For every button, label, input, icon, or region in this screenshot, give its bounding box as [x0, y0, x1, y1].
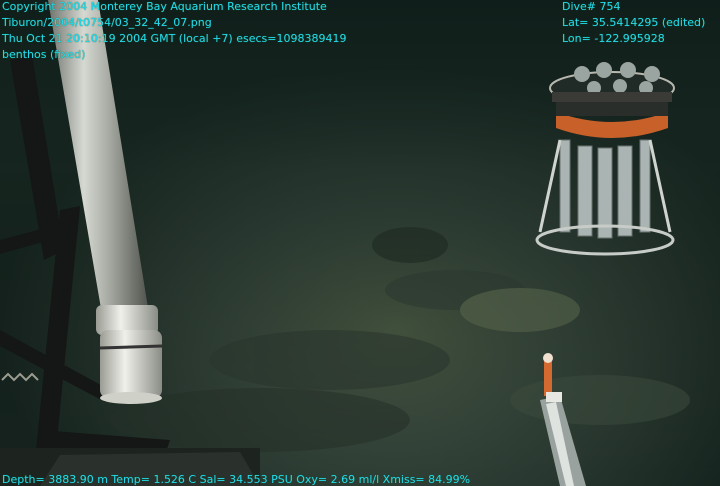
- category-text: benthos (fixed): [2, 48, 86, 61]
- seafloor-scene: [0, 0, 720, 486]
- copyright-text: Copyright 2004 Monterey Bay Aquarium Res…: [2, 0, 327, 13]
- longitude-text: Lon= -122.995928: [562, 32, 665, 45]
- filename-text: Tiburon/2004/t0754/03_32_42_07.png: [2, 16, 212, 29]
- overlay-header-right: Dive# 754 Lat= 35.5414295 (edited) Lon= …: [562, 0, 705, 48]
- telemetry-text: Depth= 3883.90 m Temp= 1.526 C Sal= 34.5…: [2, 473, 471, 486]
- dive-text: Dive# 754: [562, 0, 621, 13]
- overlay-footer: Depth= 3883.90 m Temp= 1.526 C Sal= 34.5…: [2, 473, 470, 486]
- datetime-text: Thu Oct 21 20:10:19 2004 GMT (local +7) …: [2, 32, 347, 45]
- overlay-header-left: Copyright 2004 Monterey Bay Aquarium Res…: [2, 0, 346, 64]
- latitude-text: Lat= 35.5414295 (edited): [562, 16, 706, 29]
